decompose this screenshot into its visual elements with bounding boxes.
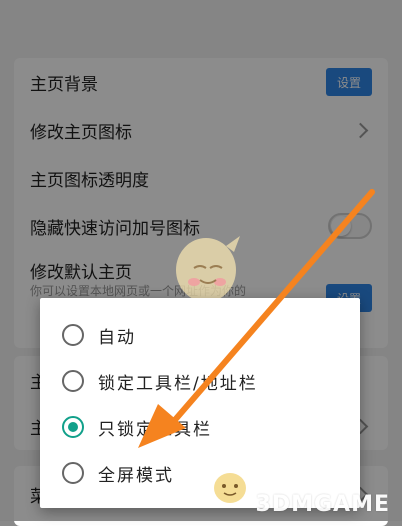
option-lock-toolbar-only[interactable]: 只锁定工具栏: [40, 404, 360, 450]
option-fullscreen-label: 全屏模式: [98, 465, 174, 486]
radio-fullscreen[interactable]: [62, 462, 84, 484]
display-mode-dialog: 自动 锁定工具栏/地址栏 只锁定工具栏 全屏模式: [40, 298, 360, 508]
option-fullscreen[interactable]: 全屏模式: [40, 450, 360, 496]
radio-lock-toolbar-address[interactable]: [62, 370, 84, 392]
site-watermark: 3DMGAME: [255, 492, 390, 517]
option-auto-label: 自动: [98, 327, 136, 348]
option-lock-toolbar-address-label: 锁定工具栏/地址栏: [98, 373, 258, 394]
radio-auto[interactable]: [62, 324, 84, 346]
option-lock-toolbar-only-label: 只锁定工具栏: [98, 419, 212, 440]
option-lock-toolbar-address[interactable]: 锁定工具栏/地址栏: [40, 358, 360, 404]
radio-lock-toolbar-only[interactable]: [62, 416, 84, 438]
option-auto[interactable]: 自动: [40, 312, 360, 358]
mascot-watermark-icon: [176, 236, 240, 302]
small-mascot-watermark-icon: [214, 473, 246, 503]
